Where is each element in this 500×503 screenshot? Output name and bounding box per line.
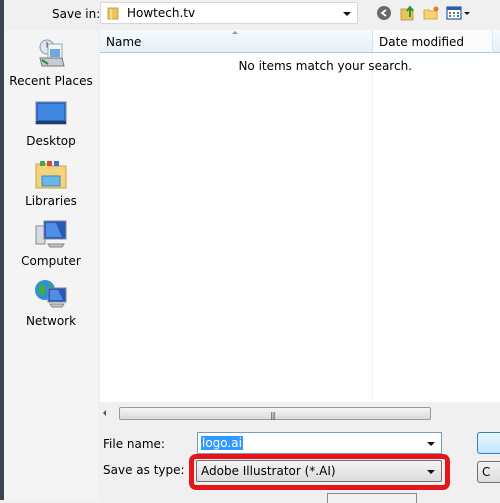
place-label: Desktop xyxy=(26,134,76,148)
hide-folders-button[interactable] xyxy=(327,493,417,503)
place-label: Libraries xyxy=(25,194,77,208)
save-in-value: Howtech.tv xyxy=(127,6,196,20)
save-in-dropdown[interactable]: Howtech.tv xyxy=(100,2,358,24)
back-icon[interactable] xyxy=(376,5,392,21)
scrollbar-thumb[interactable]: ||| xyxy=(119,407,431,420)
file-list[interactable]: Name Date modified No items match your s… xyxy=(100,30,500,402)
up-folder-icon[interactable] xyxy=(400,5,416,21)
file-name-label: File name: xyxy=(103,437,165,451)
file-name-value: logo.ai xyxy=(201,436,243,450)
chevron-down-icon[interactable] xyxy=(427,442,435,446)
chevron-down-icon xyxy=(343,12,351,16)
new-folder-icon[interactable] xyxy=(423,5,439,21)
column-name[interactable]: Name xyxy=(106,35,141,49)
cancel-button[interactable]: C xyxy=(477,461,500,483)
place-libraries[interactable]: Libraries xyxy=(4,158,98,208)
place-label: Recent Places xyxy=(9,74,93,88)
save-button[interactable] xyxy=(477,432,500,454)
grip-icon: ||| xyxy=(270,411,276,420)
scroll-left-icon[interactable] xyxy=(103,410,106,416)
column-divider[interactable] xyxy=(492,30,493,53)
cancel-button-label: C xyxy=(482,465,491,479)
column-date-modified[interactable]: Date modified xyxy=(372,30,493,52)
place-label: Computer xyxy=(21,254,81,268)
places-bar: Recent Places Desktop Libraries Computer xyxy=(4,30,98,500)
sort-ascending-icon xyxy=(232,31,238,34)
network-icon xyxy=(35,280,67,308)
save-in-label: Save in: xyxy=(52,7,101,21)
save-as-type-label: Save as type: xyxy=(103,463,185,477)
desktop-icon xyxy=(35,101,67,125)
place-label: Network xyxy=(25,314,77,328)
empty-message: No items match your search. xyxy=(238,59,412,73)
libraries-icon xyxy=(35,161,67,189)
horizontal-scrollbar[interactable]: ||| xyxy=(100,405,432,423)
column-divider-line xyxy=(372,53,373,402)
recent-places-icon xyxy=(39,39,65,67)
place-network[interactable]: Network xyxy=(4,278,98,328)
place-recent-places[interactable]: Recent Places xyxy=(4,38,98,88)
folder-icon xyxy=(107,7,119,20)
file-name-input[interactable]: logo.ai xyxy=(197,432,442,454)
view-menu-icon[interactable] xyxy=(446,5,472,21)
computer-icon xyxy=(35,220,67,248)
column-header-row: Name Date modified xyxy=(100,30,500,53)
place-desktop[interactable]: Desktop xyxy=(4,98,98,148)
place-computer[interactable]: Computer xyxy=(4,218,98,268)
highlight-annotation xyxy=(189,454,450,490)
column-date-modified-label: Date modified xyxy=(379,35,465,49)
